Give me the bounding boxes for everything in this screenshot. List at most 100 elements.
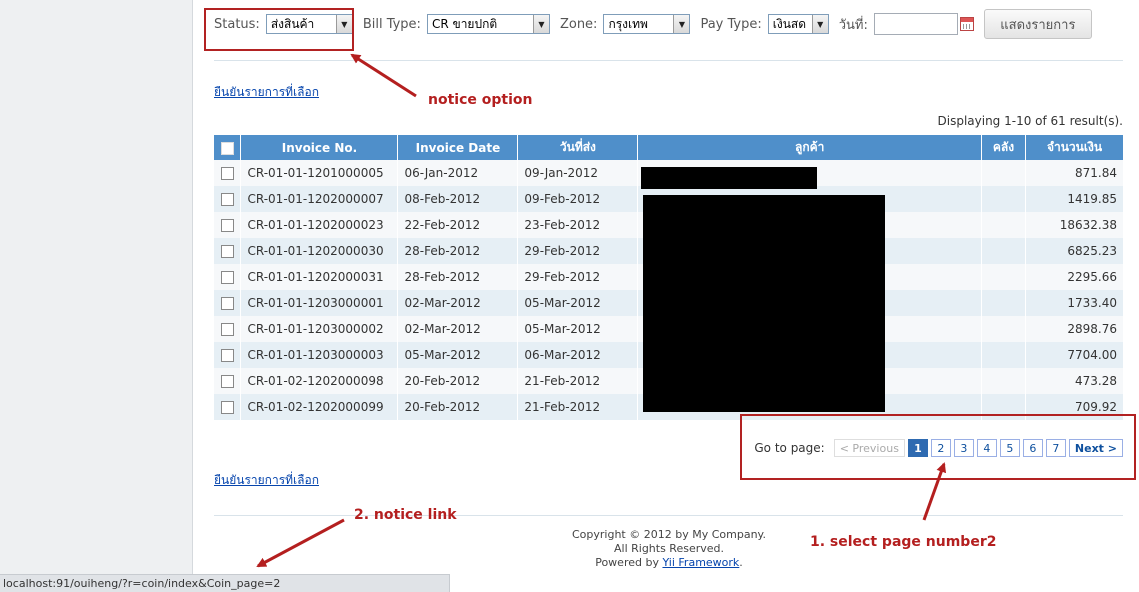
row-checkbox-cell[interactable]	[214, 394, 242, 420]
amount-cell: 1419.85	[1025, 186, 1125, 212]
redacted-block	[641, 167, 817, 189]
col-customer[interactable]: ลูกค้า	[637, 135, 982, 160]
ship-date-cell: 06-Mar-2012	[517, 342, 639, 368]
footer-divider	[214, 515, 1123, 516]
select-all-checkbox[interactable]	[220, 141, 234, 155]
row-checkbox[interactable]	[220, 297, 234, 310]
invoice-date-cell: 22-Feb-2012	[397, 212, 519, 238]
col-invoice-no[interactable]: Invoice No.	[240, 135, 399, 160]
ship-date-cell: 09-Feb-2012	[517, 186, 639, 212]
amount-cell: 6825.23	[1025, 238, 1125, 264]
row-checkbox-cell[interactable]	[214, 290, 242, 316]
row-checkbox-cell[interactable]	[214, 238, 242, 264]
invoice-date-cell: 28-Feb-2012	[397, 264, 519, 290]
pay-type-select[interactable]: เงินสด ▼	[767, 14, 829, 34]
chevron-down-icon[interactable]: ▼	[811, 15, 828, 33]
invoice-date-cell: 02-Mar-2012	[397, 316, 519, 342]
invoice-no-cell: CR-01-01-1201000005	[240, 160, 399, 186]
pay-type-label: Pay Type:	[700, 16, 762, 32]
col-ship-date[interactable]: วันที่ส่ง	[517, 135, 639, 160]
annotation-notice-link: 2. notice link	[354, 507, 457, 523]
row-checkbox-cell[interactable]	[214, 342, 242, 368]
row-checkbox[interactable]	[220, 401, 234, 414]
arrow-to-status-bar	[256, 518, 345, 568]
invoice-no-cell: CR-01-01-1203000003	[240, 342, 399, 368]
row-checkbox-cell[interactable]	[214, 212, 242, 238]
invoice-date-cell: 20-Feb-2012	[397, 394, 519, 420]
footer-powered-prefix: Powered by	[595, 556, 659, 569]
bill-type-label: Bill Type:	[362, 16, 421, 32]
footer-rights: All Rights Reserved.	[613, 542, 725, 555]
warehouse-cell	[981, 160, 1026, 186]
row-checkbox-cell[interactable]	[214, 368, 242, 394]
amount-cell: 473.28	[1025, 368, 1125, 394]
ship-date-cell: 29-Feb-2012	[517, 238, 639, 264]
zone-select[interactable]: กรุงเทพ ▼	[603, 14, 691, 34]
footer-powered: Powered by Yii Framework.	[514, 556, 824, 570]
divider	[214, 60, 1123, 61]
invoice-date-cell: 06-Jan-2012	[397, 160, 519, 186]
warehouse-cell	[981, 264, 1026, 290]
invoice-no-cell: CR-01-01-1202000031	[240, 264, 399, 290]
row-checkbox[interactable]	[220, 271, 234, 284]
ship-date-cell: 21-Feb-2012	[517, 368, 639, 394]
bill-type-select[interactable]: CR ขายปกติ ▼	[426, 14, 550, 34]
arrow-to-status	[350, 53, 417, 98]
chevron-down-icon[interactable]: ▼	[532, 15, 549, 33]
show-list-button[interactable]: แสดงรายการ	[983, 9, 1092, 39]
invoice-date-cell: 05-Mar-2012	[397, 342, 519, 368]
yii-framework-link[interactable]: Yii Framework	[662, 556, 739, 569]
footer-powered-suffix: .	[739, 556, 743, 569]
row-checkbox[interactable]	[220, 375, 234, 388]
invoice-no-cell: CR-01-01-1202000030	[240, 238, 399, 264]
browser-status-bar: localhost:91/ouiheng/?r=coin/index&Coin_…	[0, 574, 450, 592]
row-checkbox[interactable]	[220, 193, 234, 206]
left-panel	[0, 0, 193, 592]
annotation-notice-option: notice option	[428, 92, 533, 108]
row-checkbox-cell[interactable]	[214, 160, 242, 186]
row-checkbox[interactable]	[220, 245, 234, 258]
invoice-date-cell: 28-Feb-2012	[397, 238, 519, 264]
footer: Copyright © 2012 by My Company. All Righ…	[514, 528, 824, 570]
amount-cell: 1733.40	[1025, 290, 1125, 316]
invoice-no-cell: CR-01-01-1202000007	[240, 186, 399, 212]
table-header-row: Invoice No. Invoice Date วันที่ส่ง ลูกค้…	[214, 135, 1125, 160]
pay-type-select-value: เงินสด	[772, 16, 807, 31]
invoice-no-cell: CR-01-01-1203000001	[240, 290, 399, 316]
bill-type-select-value: CR ขายปกติ	[431, 16, 498, 31]
amount-cell: 18632.38	[1025, 212, 1125, 238]
chevron-down-icon[interactable]: ▼	[673, 15, 690, 33]
col-amount[interactable]: จำนวนเงิน	[1025, 135, 1125, 160]
redacted-block	[643, 195, 885, 412]
confirm-selected-link-bottom[interactable]: ยืนยันรายการที่เลือก	[214, 471, 319, 490]
confirm-selected-link[interactable]: ยืนยันรายการที่เลือก	[214, 83, 319, 102]
row-checkbox-cell[interactable]	[214, 186, 242, 212]
invoice-no-cell: CR-01-01-1202000023	[240, 212, 399, 238]
select-all-cell[interactable]	[214, 135, 242, 160]
invoice-date-cell: 02-Mar-2012	[397, 290, 519, 316]
ship-date-cell: 29-Feb-2012	[517, 264, 639, 290]
calendar-icon[interactable]	[959, 17, 974, 31]
warehouse-cell	[981, 238, 1026, 264]
ship-date-cell: 09-Jan-2012	[517, 160, 639, 186]
warehouse-cell	[981, 186, 1026, 212]
row-checkbox-cell[interactable]	[214, 264, 242, 290]
col-invoice-date[interactable]: Invoice Date	[397, 135, 519, 160]
invoice-date-cell: 20-Feb-2012	[397, 368, 519, 394]
amount-cell: 871.84	[1025, 160, 1125, 186]
warehouse-cell	[981, 212, 1026, 238]
warehouse-cell	[981, 368, 1026, 394]
invoice-no-cell: CR-01-02-1202000098	[240, 368, 399, 394]
ship-date-cell: 23-Feb-2012	[517, 212, 639, 238]
warehouse-cell	[981, 316, 1026, 342]
row-checkbox[interactable]	[220, 167, 234, 180]
col-warehouse[interactable]: คลัง	[981, 135, 1026, 160]
warehouse-cell	[981, 342, 1026, 368]
date-input[interactable]	[873, 13, 958, 35]
row-checkbox[interactable]	[220, 349, 234, 362]
zone-select-value: กรุงเทพ	[608, 16, 648, 31]
row-checkbox[interactable]	[220, 323, 234, 336]
row-checkbox[interactable]	[220, 219, 234, 232]
annotation-select-page: 1. select page number2	[810, 534, 997, 550]
row-checkbox-cell[interactable]	[214, 316, 242, 342]
